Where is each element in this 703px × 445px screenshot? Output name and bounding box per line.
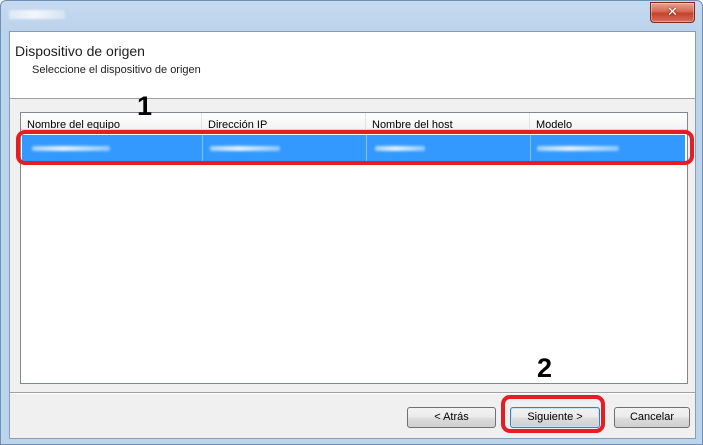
title-bar[interactable]: ✕: [1, 1, 702, 31]
cancel-button[interactable]: Cancelar: [614, 407, 690, 428]
wizard-header: Dispositivo de origen Seleccione el disp…: [10, 32, 695, 99]
page-title: Dispositivo de origen: [15, 43, 145, 59]
step-1-callout: 1: [137, 91, 153, 121]
step-1-highlight: [16, 130, 694, 165]
back-button[interactable]: < Atrás: [407, 407, 496, 428]
dialog-client-area: Dispositivo de origen Seleccione el disp…: [9, 31, 696, 439]
installer-window: ✕ Dispositivo de origen Seleccione el di…: [0, 0, 703, 445]
page-subtitle: Seleccione el dispositivo de origen: [32, 64, 201, 76]
close-button[interactable]: ✕: [650, 2, 695, 23]
window-title-redacted: [9, 10, 65, 19]
close-icon: ✕: [667, 5, 678, 20]
column-header-model[interactable]: Modelo: [530, 113, 687, 129]
footer-divider-highlight: [10, 393, 695, 394]
step-2-highlight: [501, 395, 605, 433]
step-2-callout: 2: [537, 353, 553, 383]
column-header-host-name[interactable]: Nombre del host: [366, 113, 530, 129]
list-header: Nombre del equipo Dirección IP Nombre de…: [21, 113, 687, 130]
column-header-ip-address[interactable]: Dirección IP: [202, 113, 366, 129]
column-header-computer-name[interactable]: Nombre del equipo: [21, 113, 202, 129]
